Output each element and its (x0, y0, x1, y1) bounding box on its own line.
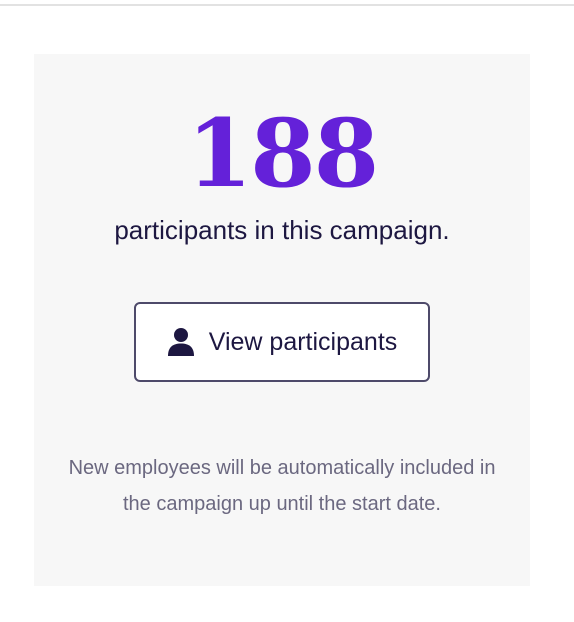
person-icon (167, 327, 195, 357)
view-participants-button[interactable]: View participants (134, 302, 430, 382)
participant-count-caption: participants in this campaign. (114, 215, 450, 245)
top-divider (0, 4, 574, 6)
participants-card: 188 participants in this campaign. View … (34, 54, 530, 586)
view-participants-label: View participants (208, 328, 398, 356)
participant-count: 188 (186, 99, 379, 209)
new-employees-note: New employees will be automatically incl… (68, 457, 496, 515)
